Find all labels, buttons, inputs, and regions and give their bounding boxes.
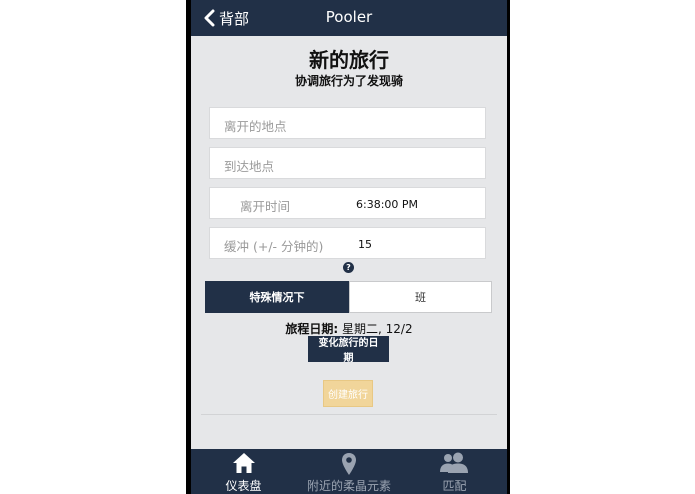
tab-nearby[interactable]: 附近的柔晶元素 bbox=[296, 449, 402, 494]
bottom-tabbar: 仪表盘 附近的柔晶元素 匹配 bbox=[191, 449, 507, 494]
leave-time-field[interactable]: 离开时间 6:38:00 PM bbox=[209, 187, 486, 219]
leave-place-placeholder: 离开的地点 bbox=[224, 119, 287, 134]
tab-dashboard[interactable]: 仪表盘 bbox=[191, 449, 296, 494]
map-pin-icon bbox=[342, 453, 356, 475]
divider bbox=[201, 414, 497, 415]
page-subtitle: 协调旅行为了发现骑 bbox=[294, 74, 403, 88]
page-title: 新的旅行 bbox=[309, 48, 389, 72]
buffer-value: 15 bbox=[358, 238, 372, 251]
leave-time-label: 离开时间 bbox=[240, 199, 291, 214]
leave-time-value: 6:38:00 PM bbox=[356, 198, 419, 211]
arrive-place-placeholder: 到达地点 bbox=[224, 159, 275, 174]
buffer-label: 缓冲 (+/- 分钟的) bbox=[224, 239, 324, 254]
nav-title: Pooler bbox=[325, 8, 373, 26]
leave-place-input[interactable]: 离开的地点 bbox=[209, 107, 486, 139]
tab-label-match: 匹配 bbox=[442, 479, 467, 493]
top-navbar: 背部 Pooler bbox=[191, 0, 507, 36]
change-date-button[interactable]: 变化旅行的日期 bbox=[308, 336, 389, 364]
home-icon bbox=[233, 453, 255, 473]
buffer-field[interactable]: 缓冲 (+/- 分钟的) 15 bbox=[209, 227, 486, 259]
arrive-place-input[interactable]: 到达地点 bbox=[209, 147, 486, 179]
segment-shift[interactable]: 班 bbox=[349, 281, 492, 313]
tab-label-nearby: 附近的柔晶元素 bbox=[306, 479, 391, 493]
help-icon[interactable]: ? bbox=[343, 262, 354, 273]
create-trip-button[interactable]: 创建旅行 bbox=[323, 380, 373, 407]
app-screen: 背部 Pooler 新的旅行 协调旅行为了发现骑 离开的地点 到达地点 离开时间… bbox=[191, 0, 507, 494]
users-icon bbox=[440, 452, 468, 473]
segment-special-case[interactable]: 特殊情况下 bbox=[205, 281, 349, 313]
tab-label-dashboard: 仪表盘 bbox=[225, 479, 262, 493]
tab-match[interactable]: 匹配 bbox=[402, 449, 507, 494]
phone-frame: 背部 Pooler 新的旅行 协调旅行为了发现骑 离开的地点 到达地点 离开时间… bbox=[186, 0, 510, 494]
